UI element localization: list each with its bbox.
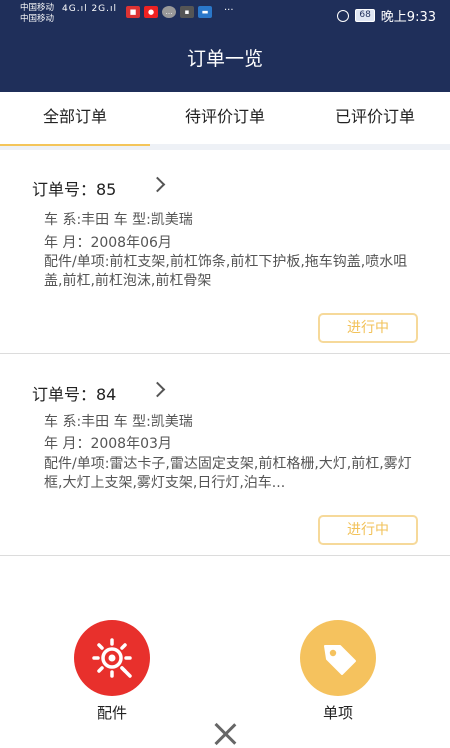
page-title: 订单一览 [0,30,450,92]
clock: 晚上9:33 [380,10,436,25]
parts-label: 配件 [96,704,127,722]
order-number: 订单号：85 [32,180,117,199]
alarm-icon [337,9,350,22]
order-card[interactable]: 订单号：84 车 系:丰田 车 型:凯美瑞 年 月：2008年03月 配件/单项… [0,355,450,556]
order-tabs: 全部订单 待评价订单 已评价订单 [0,92,450,150]
single-item-button[interactable] [300,620,376,696]
signal-bars-2-icon: .ıl [106,4,118,14]
status-bar: 中国移动 中国移动 4G.ıl 2G.ıl ■ ● … ▪ ▬ ··· 68 晚… [0,0,450,30]
carrier-2: 中国移动 [20,14,55,24]
battery-icon: 68 [355,9,375,22]
message-icon: … [162,6,176,18]
status-badge[interactable]: 进行中 [318,313,418,343]
network-type-2: 2G [91,4,107,14]
car-model: 车 系:丰田 车 型:凯美瑞 [44,212,193,228]
price-tag-icon [324,645,356,675]
order-date: 年 月：2008年06月 [44,235,172,251]
status-badge[interactable]: 进行中 [318,515,418,545]
news-app-icon: ▪ [180,6,194,18]
app-icon: ▬ [198,6,212,18]
tab-pending-review[interactable]: 待评价订单 [150,92,300,144]
car-model: 车 系:丰田 车 型:凯美瑞 [44,414,193,430]
single-item-label: 单项 [322,704,353,722]
carrier-info: 中国移动 中国移动 [20,3,54,25]
app-notification-icon: ■ [126,6,140,18]
parts-button[interactable] [74,620,150,696]
parts-list: 配件/单项:雷达卡子,雷达固定支架,前杠格栅,大灯,前杠,雾灯框,大灯上支架,雾… [44,456,412,491]
order-number: 订单号：84 [32,385,117,404]
status-right: 68 晚上9:33 [337,6,436,25]
chevron-right-icon[interactable] [149,381,166,398]
network-type: 4G [62,4,77,14]
signal-bars-icon: .ıl [76,4,88,14]
notification-icons: ■ ● … ▪ ▬ [126,6,212,18]
parts-list: 配件/单项:前杠支架,前杠饰条,前杠下护板,拖车钩盖,喷水咀盖,前杠,前杠泡沫,… [44,254,408,289]
signal-indicator: 4G.ıl 2G.ıl [62,4,117,14]
qq-icon: ● [144,6,158,18]
more-notifications: ··· [224,5,234,16]
carrier-1: 中国移动 [20,3,55,13]
wrench-gear-icon [92,638,132,678]
order-date: 年 月：2008年03月 [44,436,172,452]
tab-all-orders[interactable]: 全部订单 [0,92,150,146]
tab-reviewed[interactable]: 已评价订单 [300,92,450,144]
chevron-right-icon[interactable] [149,176,166,193]
order-card[interactable]: 订单号：85 车 系:丰田 车 型:凯美瑞 年 月：2008年06月 配件/单项… [0,150,450,354]
